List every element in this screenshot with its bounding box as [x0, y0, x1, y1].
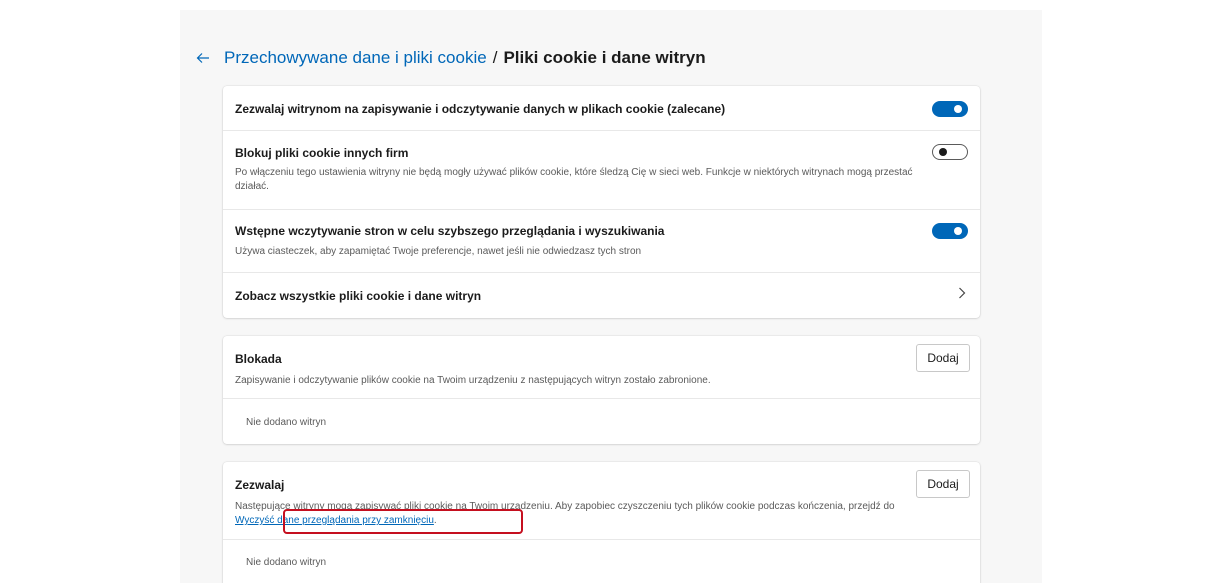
cookie-settings-card: Zezwalaj witrynom na zapisywanie i odczy…	[223, 86, 980, 318]
arrow-left-icon[interactable]	[192, 47, 214, 69]
allow-add-button[interactable]: Dodaj	[916, 470, 970, 498]
block-title: Blokada	[235, 352, 282, 366]
allow-list-card: Zezwalaj Następujące witryny mogą zapisy…	[223, 462, 980, 583]
allow-cookies-row: Zezwalaj witrynom na zapisywanie i odczy…	[223, 86, 980, 131]
allow-header-row: Zezwalaj Następujące witryny mogą zapisy…	[223, 462, 980, 540]
block-add-button[interactable]: Dodaj	[916, 344, 970, 372]
block-third-party-label: Blokuj pliki cookie innych firm	[235, 146, 409, 160]
allow-description-text: Następujące witryny mogą zapisywać pliki…	[235, 501, 895, 512]
allow-cookies-label: Zezwalaj witrynom na zapisywanie i odczy…	[235, 102, 726, 116]
preload-description: Używa ciasteczek, aby zapamiętać Twoje p…	[235, 246, 642, 257]
breadcrumb: Przechowywane dane i pliki cookie / Plik…	[192, 43, 706, 73]
toggle-knob	[954, 227, 962, 235]
page-title: Pliki cookie i dane witryn	[503, 48, 706, 67]
allow-description: Następujące witryny mogą zapisywać pliki…	[235, 500, 925, 528]
chevron-right-icon	[958, 286, 966, 302]
clear-on-close-link[interactable]: Wyczyść dane przeglądania przy zamknięci…	[235, 515, 434, 526]
block-list-card: Blokada Zapisywanie i odczytywanie plikó…	[223, 336, 980, 444]
allow-cookies-toggle[interactable]	[932, 101, 968, 117]
block-third-party-row: Blokuj pliki cookie innych firm Po włącz…	[223, 131, 980, 210]
see-all-cookies-label: Zobacz wszystkie pliki cookie i dane wit…	[235, 289, 482, 303]
allow-empty-text: Nie dodano witryn	[246, 557, 327, 568]
breadcrumb-parent-link[interactable]: Przechowywane dane i pliki cookie	[224, 48, 487, 68]
block-third-party-toggle[interactable]	[932, 144, 968, 160]
toggle-knob	[939, 148, 947, 156]
allow-description-end: .	[433, 515, 437, 526]
preload-toggle[interactable]	[932, 223, 968, 239]
allow-title: Zezwalaj	[235, 478, 285, 492]
block-empty-row: Nie dodano witryn	[223, 399, 980, 444]
breadcrumb-separator: /	[492, 48, 498, 67]
see-all-cookies-row[interactable]: Zobacz wszystkie pliki cookie i dane wit…	[223, 273, 980, 318]
toggle-knob	[954, 105, 962, 113]
block-third-party-description: Po włączeniu tego ustawienia witryny nie…	[235, 167, 913, 192]
preload-row: Wstępne wczytywanie stron w celu szybsze…	[223, 210, 980, 273]
block-description: Zapisywanie i odczytywanie plików cookie…	[235, 375, 711, 386]
block-empty-text: Nie dodano witryn	[246, 417, 327, 428]
block-header-row: Blokada Zapisywanie i odczytywanie plikó…	[223, 336, 980, 399]
allow-empty-row: Nie dodano witryn	[223, 540, 980, 583]
preload-label: Wstępne wczytywanie stron w celu szybsze…	[235, 224, 665, 238]
